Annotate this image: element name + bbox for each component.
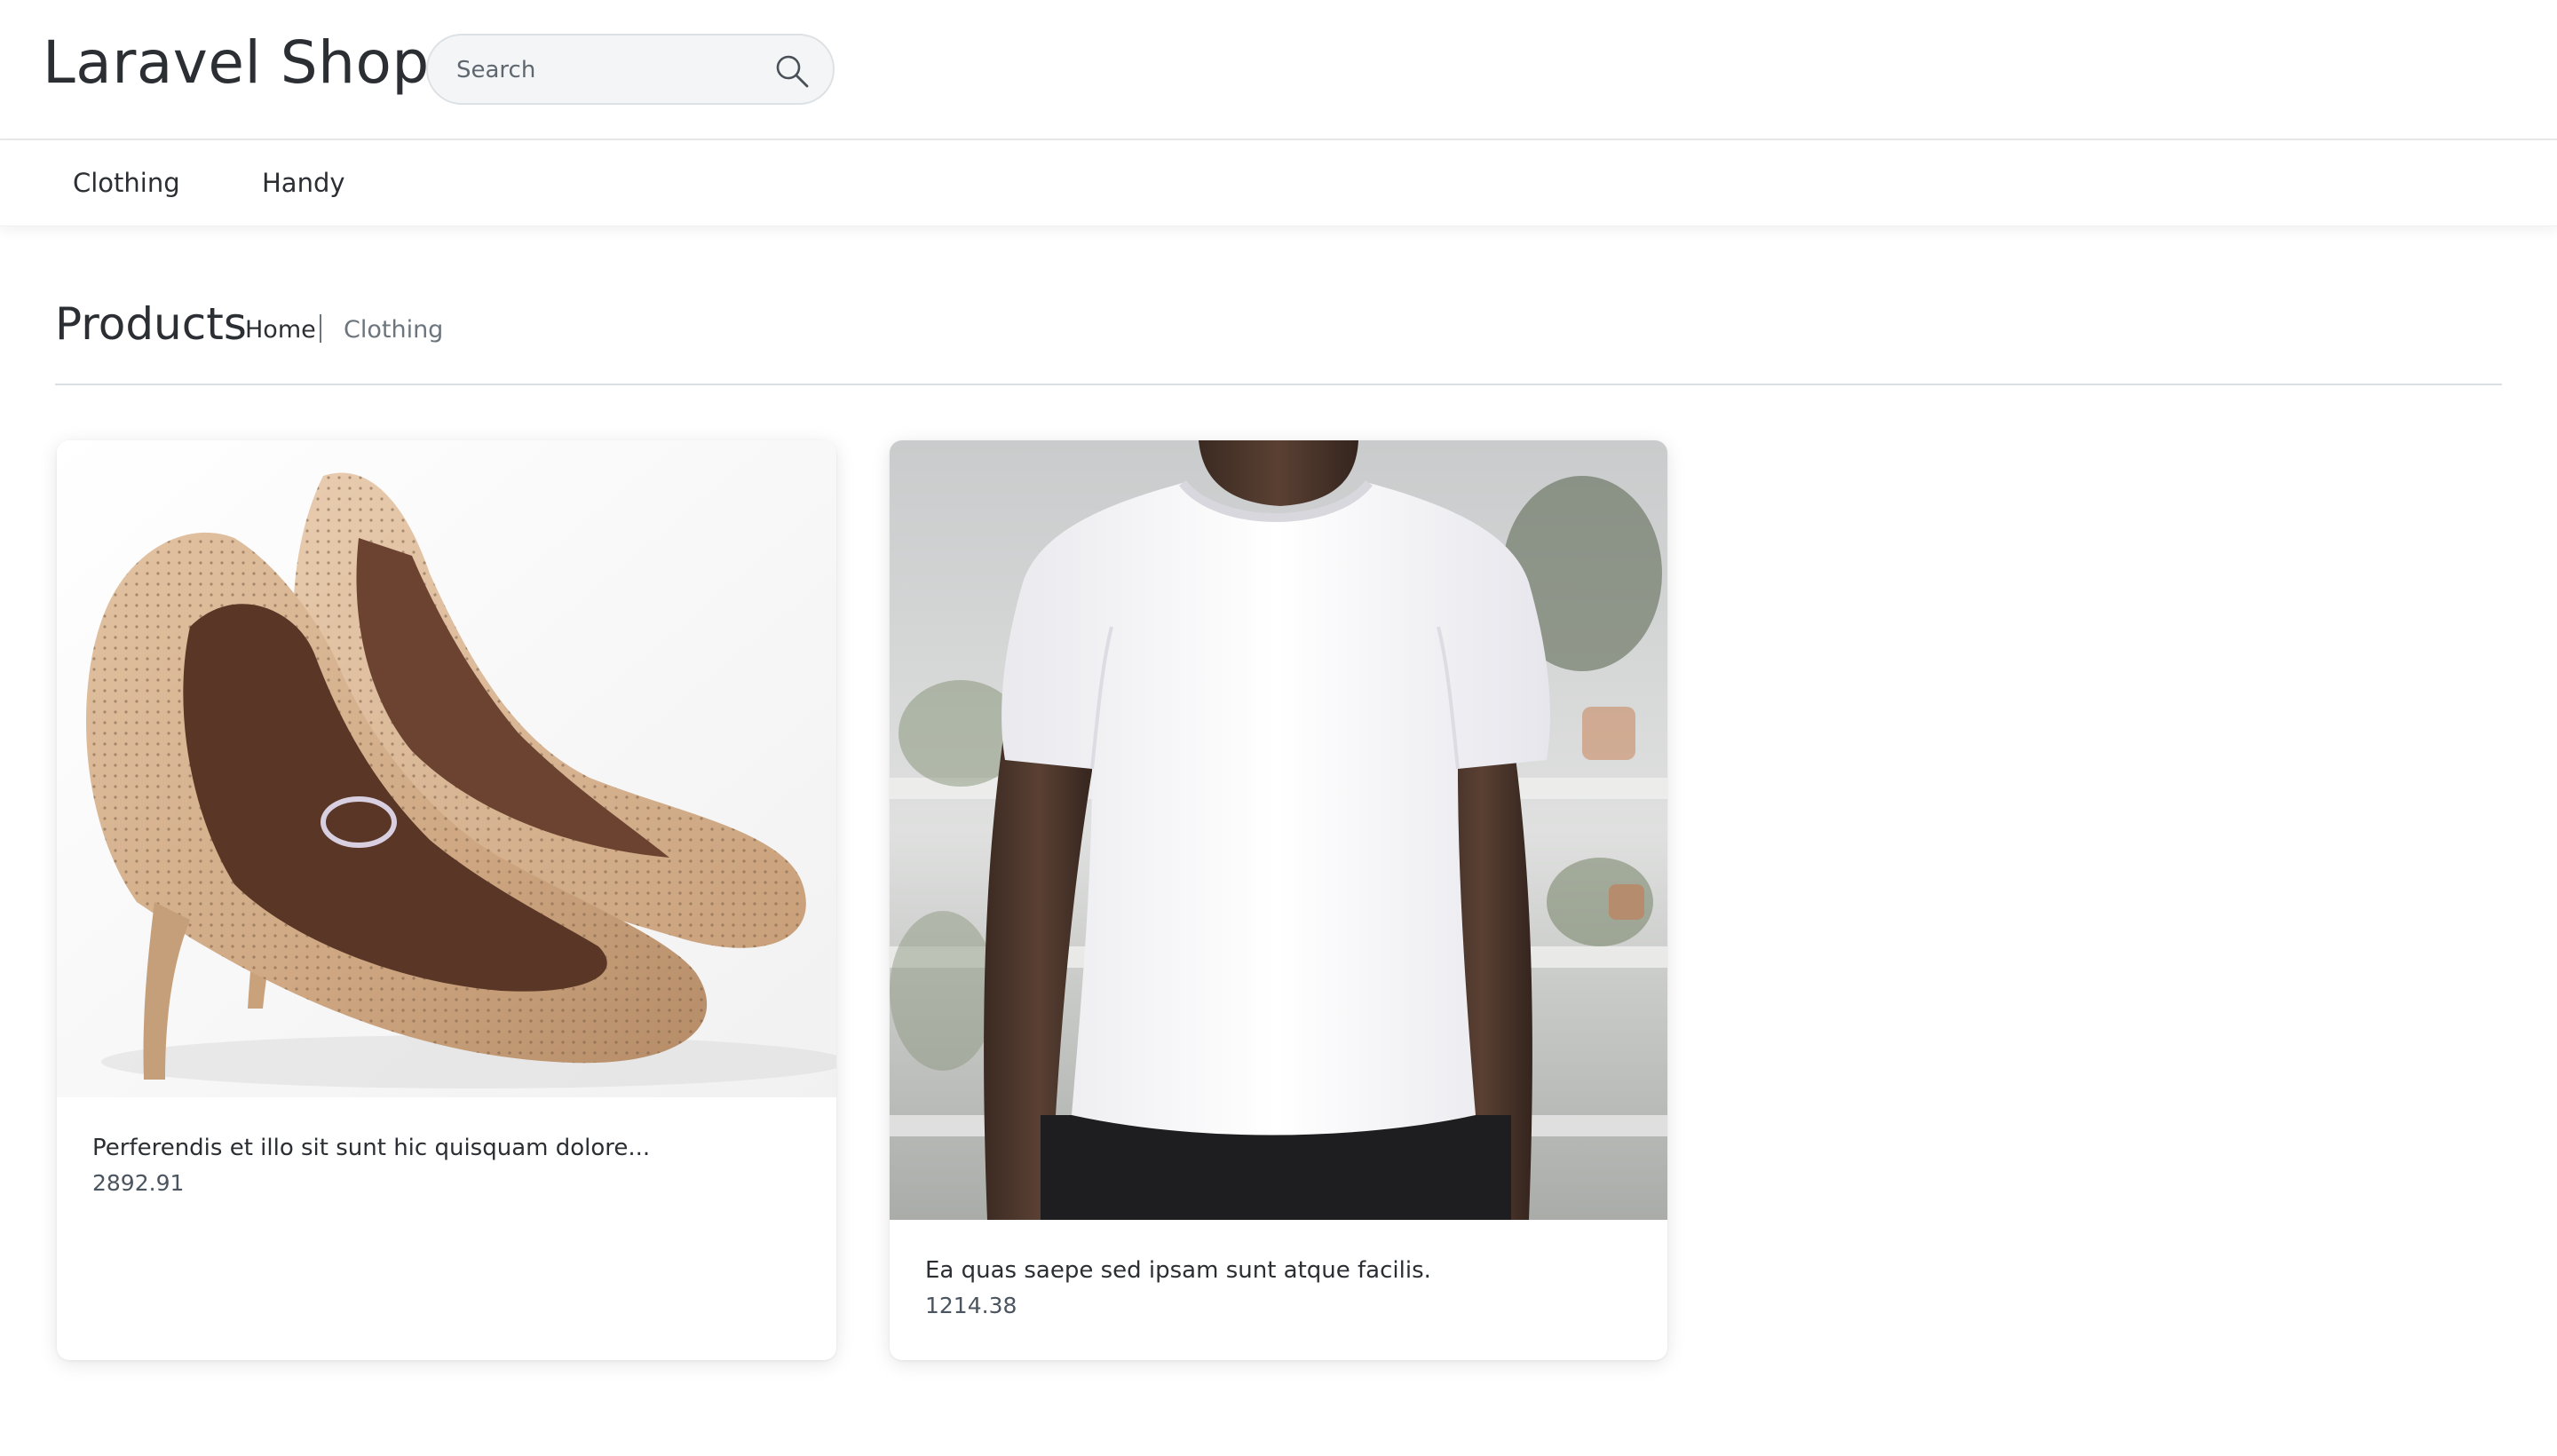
brand-logo-link[interactable]: Laravel Shop xyxy=(43,23,430,103)
page-header: Products Home Clothing xyxy=(55,293,2502,385)
search-icon[interactable] xyxy=(774,53,810,89)
breadcrumb-current: Clothing xyxy=(344,316,444,344)
search-input[interactable] xyxy=(455,36,760,105)
product-title[interactable]: Ea quas saepe sed ipsam sunt atque facil… xyxy=(925,1257,1431,1284)
product-price: 2892.91 xyxy=(92,1170,185,1196)
site-header: Laravel Shop xyxy=(0,0,2557,140)
category-nav: Clothing Handy xyxy=(0,140,2557,226)
product-card[interactable]: Perferendis et illo sit sunt hic quisqua… xyxy=(57,440,836,1360)
page-title: Products xyxy=(55,298,247,350)
product-price: 1214.38 xyxy=(925,1293,1017,1318)
nav-item-clothing[interactable]: Clothing xyxy=(73,140,180,226)
product-image[interactable] xyxy=(57,440,836,1097)
breadcrumb-separator xyxy=(320,314,321,343)
search-box xyxy=(426,34,835,105)
product-card[interactable]: Ea quas saepe sed ipsam sunt atque facil… xyxy=(890,440,1667,1360)
nav-item-handy[interactable]: Handy xyxy=(262,140,345,226)
product-title[interactable]: Perferendis et illo sit sunt hic quisqua… xyxy=(92,1135,650,1161)
product-image[interactable] xyxy=(890,440,1667,1220)
breadcrumb-home[interactable]: Home xyxy=(245,313,316,348)
